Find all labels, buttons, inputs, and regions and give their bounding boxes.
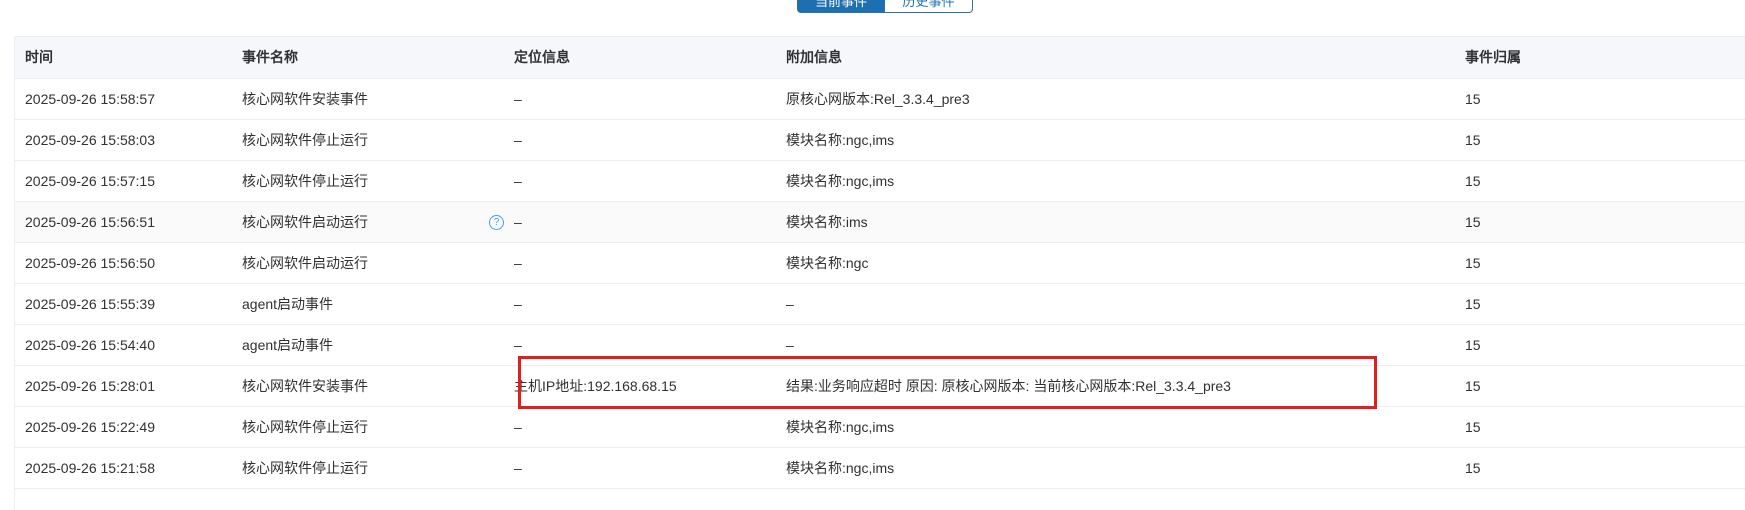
- cell-owner: 15: [1465, 201, 1745, 243]
- cell-owner: 15: [1465, 160, 1745, 202]
- cell-location: –: [514, 242, 786, 284]
- cell-extra: 模块名称:ngc,ims: [786, 406, 1465, 448]
- cell-owner: 15: [1465, 242, 1745, 284]
- table-row[interactable]: 2025-09-26 15:55:39 agent启动事件 – – 15: [15, 283, 1745, 325]
- table-row[interactable]: 2025-09-26 15:57:15 核心网软件停止运行 – 模块名称:ngc…: [15, 160, 1745, 202]
- cell-owner: 15: [1465, 365, 1745, 407]
- cell-time: 2025-09-26 15:54:40: [15, 324, 242, 366]
- cell-time: 2025-09-26 15:58:03: [15, 119, 242, 161]
- table-row[interactable]: 2025-09-26 15:28:01 核心网软件安装事件 主机IP地址:192…: [15, 365, 1745, 407]
- cell-time: 2025-09-26 15:57:15: [15, 160, 242, 202]
- table-row[interactable]: 2025-09-26 15:22:49 核心网软件停止运行 – 模块名称:ngc…: [15, 406, 1745, 448]
- cell-event-name: 核心网软件启动运行 ?: [242, 201, 514, 243]
- cell-location: –: [514, 201, 786, 243]
- cell-extra: 模块名称:ims: [786, 201, 1465, 243]
- cell-location: –: [514, 78, 786, 120]
- cell-time: 2025-09-26 15:21:58: [15, 447, 242, 489]
- event-table: 时间 事件名称 定位信息 附加信息 事件归属 2025-09-26 15:58:…: [14, 36, 1745, 510]
- cell-owner: 15: [1465, 324, 1745, 366]
- table-row[interactable]: 2025-09-26 15:21:58 核心网软件停止运行 – 模块名称:ngc…: [15, 447, 1745, 489]
- cell-location: –: [514, 447, 786, 489]
- cell-owner: 15: [1465, 78, 1745, 120]
- cell-event-name: 核心网软件停止运行: [242, 160, 514, 202]
- cell-location: –: [514, 160, 786, 202]
- cell-extra: 模块名称:ngc,ims: [786, 160, 1465, 202]
- cell-location: –: [514, 406, 786, 448]
- table-row[interactable]: 2025-09-26 15:54:40 agent启动事件 – – 15: [15, 324, 1745, 366]
- cell-extra: 结果:业务响应超时 原因: 原核心网版本: 当前核心网版本:Rel_3.3.4_…: [786, 365, 1465, 407]
- cell-time: 2025-09-26 15:56:51: [15, 201, 242, 243]
- cell-owner: 15: [1465, 447, 1745, 489]
- cell-time: 2025-09-26 15:55:39: [15, 283, 242, 325]
- cell-time: 2025-09-26 15:22:49: [15, 406, 242, 448]
- column-header-owner[interactable]: 事件归属: [1465, 37, 1745, 79]
- cell-location: –: [514, 283, 786, 325]
- cell-event-name: 核心网软件启动运行: [242, 242, 514, 284]
- help-icon[interactable]: ?: [489, 214, 504, 230]
- column-header-extra[interactable]: 附加信息: [786, 37, 1465, 79]
- cell-extra: –: [786, 283, 1465, 325]
- cell-event-name: 核心网软件安装事件: [242, 365, 514, 407]
- cell-extra: 模块名称:ngc,ims: [786, 119, 1465, 161]
- cell-extra: 模块名称:ngc,ims: [786, 447, 1465, 489]
- cell-time: 2025-09-26 15:56:50: [15, 242, 242, 284]
- cell-owner: 15: [1465, 283, 1745, 325]
- cell-extra: –: [786, 324, 1465, 366]
- cell-event-name: 核心网软件安装事件: [242, 78, 514, 120]
- table-row[interactable]: 2025-09-26 15:58:03 核心网软件停止运行 – 模块名称:ngc…: [15, 119, 1745, 161]
- cell-owner: 15: [1465, 406, 1745, 448]
- tab-history-events[interactable]: 历史事件: [885, 0, 973, 13]
- event-tabs: 当前事件 历史事件: [797, 0, 973, 13]
- cell-event-name: agent启动事件: [242, 324, 514, 366]
- tab-current-events[interactable]: 当前事件: [797, 0, 885, 13]
- cell-event-name: 核心网软件停止运行: [242, 447, 514, 489]
- table-header-row: 时间 事件名称 定位信息 附加信息 事件归属: [15, 37, 1745, 79]
- cell-event-name-text: 核心网软件启动运行: [242, 213, 368, 230]
- cell-location: 主机IP地址:192.168.68.15: [514, 365, 786, 407]
- cell-time: 2025-09-26 15:28:01: [15, 365, 242, 407]
- cell-extra: 模块名称:ngc: [786, 242, 1465, 284]
- cell-event-name: 核心网软件停止运行: [242, 406, 514, 448]
- table-row[interactable]: 2025-09-26 15:56:50 核心网软件启动运行 – 模块名称:ngc…: [15, 242, 1745, 284]
- cell-time: 2025-09-26 15:58:57: [15, 78, 242, 120]
- column-header-time[interactable]: 时间: [15, 37, 242, 79]
- table-row[interactable]: 2025-09-26 15:56:51 核心网软件启动运行 ? – 模块名称:i…: [15, 201, 1745, 243]
- table-row[interactable]: 2025-09-26 15:58:57 核心网软件安装事件 – 原核心网版本:R…: [15, 78, 1745, 120]
- cell-location: –: [514, 119, 786, 161]
- cell-owner: 15: [1465, 119, 1745, 161]
- cell-extra: 原核心网版本:Rel_3.3.4_pre3: [786, 78, 1465, 120]
- column-header-event-name[interactable]: 事件名称: [242, 37, 514, 79]
- column-header-location[interactable]: 定位信息: [514, 37, 786, 79]
- cell-event-name: agent启动事件: [242, 283, 514, 325]
- cell-location: –: [514, 324, 786, 366]
- cell-event-name: 核心网软件停止运行: [242, 119, 514, 161]
